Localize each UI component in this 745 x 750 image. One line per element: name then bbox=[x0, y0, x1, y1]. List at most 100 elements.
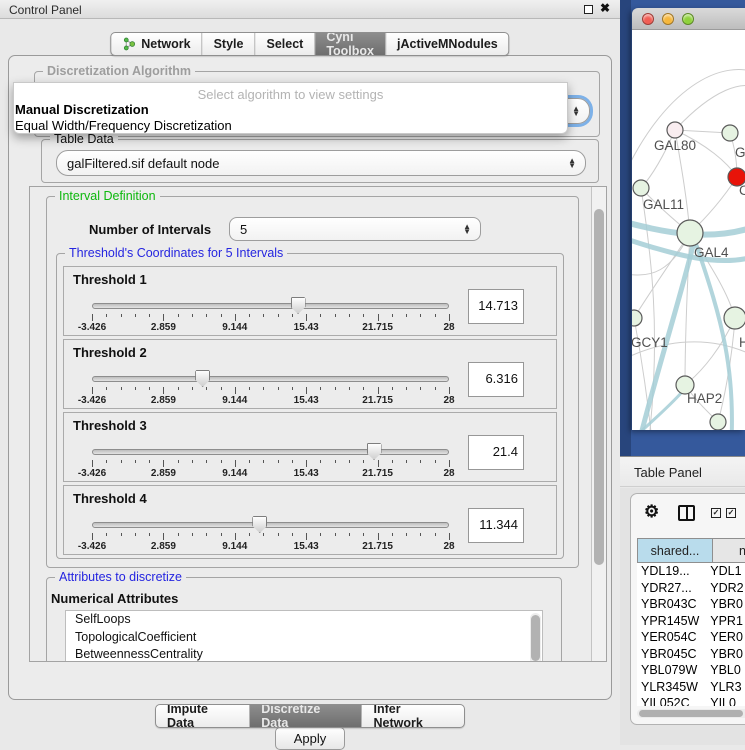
network-node[interactable] bbox=[633, 180, 649, 196]
network-node[interactable] bbox=[724, 307, 745, 329]
table-cell[interactable]: YDL19... bbox=[637, 563, 706, 580]
table-row[interactable]: YER054CYER0 bbox=[637, 629, 745, 646]
tab-jactivemnodules[interactable]: jActiveMNodules bbox=[386, 33, 509, 55]
table-horizontal-scrollbar-thumb[interactable] bbox=[639, 710, 743, 717]
table-cell[interactable]: YBR043C bbox=[637, 596, 706, 613]
table-row[interactable]: YDR27...YDR2 bbox=[637, 580, 745, 597]
table-cell[interactable]: YBR0 bbox=[706, 646, 745, 663]
attributes-scrollbar[interactable] bbox=[530, 613, 541, 662]
threshold-slider[interactable]: -3.4262.8599.14415.4321.71528 bbox=[92, 520, 449, 550]
number-of-intervals-combobox[interactable]: 5 ▲▼ bbox=[229, 217, 481, 241]
network-node[interactable] bbox=[667, 122, 683, 138]
settings-scrollbar[interactable] bbox=[591, 187, 606, 661]
table-row[interactable]: YBR045CYBR0 bbox=[637, 646, 745, 663]
checked-checkbox-icon[interactable]: ✓ bbox=[711, 508, 721, 518]
network-node[interactable] bbox=[632, 310, 642, 326]
attribute-item[interactable]: BetweennessCentrality bbox=[66, 646, 542, 662]
column-header[interactable]: n bbox=[713, 538, 745, 563]
settings-scrollbar-thumb[interactable] bbox=[594, 209, 604, 565]
zoom-traffic-light[interactable] bbox=[682, 13, 694, 25]
table-row[interactable]: YIL052CYIL0 bbox=[637, 695, 745, 706]
tick-mark bbox=[420, 460, 421, 463]
tick-mark bbox=[121, 533, 122, 536]
gear-icon[interactable]: ⚙ bbox=[644, 502, 659, 522]
tick-mark bbox=[349, 460, 350, 463]
checked-checkbox-icon[interactable]: ✓ bbox=[726, 508, 736, 518]
table-cell[interactable]: YBR045C bbox=[637, 646, 706, 663]
table-cell[interactable]: YER0 bbox=[706, 629, 745, 646]
slider-track[interactable] bbox=[92, 376, 449, 382]
table-cell[interactable]: YBL0 bbox=[706, 662, 745, 679]
table-cell[interactable]: YPR145W bbox=[637, 613, 706, 630]
tick-label: 21.715 bbox=[362, 395, 393, 406]
attribute-item[interactable]: SelfLoops bbox=[66, 611, 542, 629]
table-cell[interactable]: YLR3 bbox=[706, 679, 745, 696]
float-window-icon[interactable] bbox=[584, 5, 593, 14]
table-row[interactable]: YDL19...YDL1 bbox=[637, 563, 745, 580]
slider-track[interactable] bbox=[92, 449, 449, 455]
threshold-value-field[interactable]: 6.316 bbox=[468, 362, 524, 397]
tab-infer-network[interactable]: Infer Network bbox=[362, 705, 464, 727]
table-data-combobox[interactable]: galFiltered.sif default node ▲▼ bbox=[56, 150, 586, 176]
table-cell[interactable]: YER054C bbox=[637, 629, 706, 646]
algorithm-option[interactable]: Equal Width/Frequency Discretization bbox=[15, 118, 568, 134]
table-cell[interactable]: YBL079W bbox=[637, 662, 706, 679]
slider-track[interactable] bbox=[92, 522, 449, 528]
slider-track[interactable] bbox=[92, 303, 449, 309]
tick-label: -3.426 bbox=[78, 322, 106, 333]
slider-handle[interactable] bbox=[195, 370, 210, 387]
table-header-row: shared...n bbox=[637, 538, 745, 563]
column-header[interactable]: shared... bbox=[637, 538, 713, 563]
network-node[interactable] bbox=[722, 125, 738, 141]
network-view-window[interactable]: GAL80GACGAL11GAL4GCY1HHAP2 bbox=[632, 8, 745, 430]
close-icon[interactable]: ✖ bbox=[600, 1, 610, 15]
split-columns-icon[interactable] bbox=[678, 505, 695, 521]
threshold-label: Threshold 4 bbox=[73, 491, 147, 506]
tab-cyni-toolbox[interactable]: Cyni Toolbox bbox=[315, 33, 386, 55]
tab-style[interactable]: Style bbox=[203, 33, 256, 55]
tab-impute-data[interactable]: Impute Data bbox=[156, 705, 250, 727]
tick-mark bbox=[121, 460, 122, 463]
slider-handle[interactable] bbox=[291, 297, 306, 314]
network-canvas[interactable]: GAL80GACGAL11GAL4GCY1HHAP2 bbox=[632, 30, 745, 430]
slider-handle[interactable] bbox=[252, 516, 267, 533]
tab-network[interactable]: Network bbox=[111, 33, 202, 55]
table-cell[interactable]: YIL0 bbox=[706, 695, 745, 706]
table-row[interactable]: YBR043CYBR0 bbox=[637, 596, 745, 613]
tab-discretize-data[interactable]: Discretize Data bbox=[250, 705, 362, 727]
table-cell[interactable]: YDL1 bbox=[706, 563, 745, 580]
network-node[interactable] bbox=[710, 414, 726, 430]
tab-select[interactable]: Select bbox=[255, 33, 315, 55]
table-cell[interactable]: YDR27... bbox=[637, 580, 706, 597]
table-row[interactable]: YBL079WYBL0 bbox=[637, 662, 745, 679]
threshold-slider[interactable]: -3.4262.8599.14415.4321.71528 bbox=[92, 374, 449, 404]
apply-button[interactable]: Apply bbox=[275, 727, 345, 750]
table-cell[interactable]: YPR1 bbox=[706, 613, 745, 630]
attribute-item[interactable]: TopologicalCoefficient bbox=[66, 629, 542, 647]
threshold-value-field[interactable]: 11.344 bbox=[468, 508, 524, 543]
tick-mark bbox=[149, 314, 150, 317]
algorithm-option[interactable]: Manual Discretization bbox=[15, 102, 568, 118]
table-horizontal-scrollbar[interactable] bbox=[637, 709, 745, 718]
slider-tick-labels: -3.4262.8599.14415.4321.71528 bbox=[92, 541, 449, 553]
table-cell[interactable]: YBR0 bbox=[706, 596, 745, 613]
threshold-value-field[interactable]: 14.713 bbox=[468, 289, 524, 324]
table-cell[interactable]: YLR345W bbox=[637, 679, 706, 696]
tick-mark bbox=[378, 460, 379, 467]
table-cell[interactable]: YIL052C bbox=[637, 695, 706, 706]
table-row[interactable]: YPR145WYPR1 bbox=[637, 613, 745, 630]
table-cell[interactable]: YDR2 bbox=[706, 580, 745, 597]
threshold-slider[interactable]: -3.4262.8599.14415.4321.71528 bbox=[92, 301, 449, 331]
tick-mark bbox=[363, 314, 364, 317]
table-row[interactable]: YLR345WYLR3 bbox=[637, 679, 745, 696]
threshold-value-field[interactable]: 21.4 bbox=[468, 435, 524, 470]
numerical-attributes-list[interactable]: SelfLoopsTopologicalCoefficientBetweenne… bbox=[65, 610, 543, 662]
network-window-titlebar[interactable] bbox=[632, 8, 745, 30]
minimize-traffic-light[interactable] bbox=[662, 13, 674, 25]
network-node[interactable] bbox=[677, 220, 703, 246]
threshold-slider[interactable]: -3.4262.8599.14415.4321.71528 bbox=[92, 447, 449, 477]
attributes-scrollbar-thumb[interactable] bbox=[531, 615, 540, 661]
node-table: shared...n YDL19...YDL1YDR27...YDR2YBR04… bbox=[637, 538, 745, 706]
slider-handle[interactable] bbox=[367, 443, 382, 460]
close-traffic-light[interactable] bbox=[642, 13, 654, 25]
